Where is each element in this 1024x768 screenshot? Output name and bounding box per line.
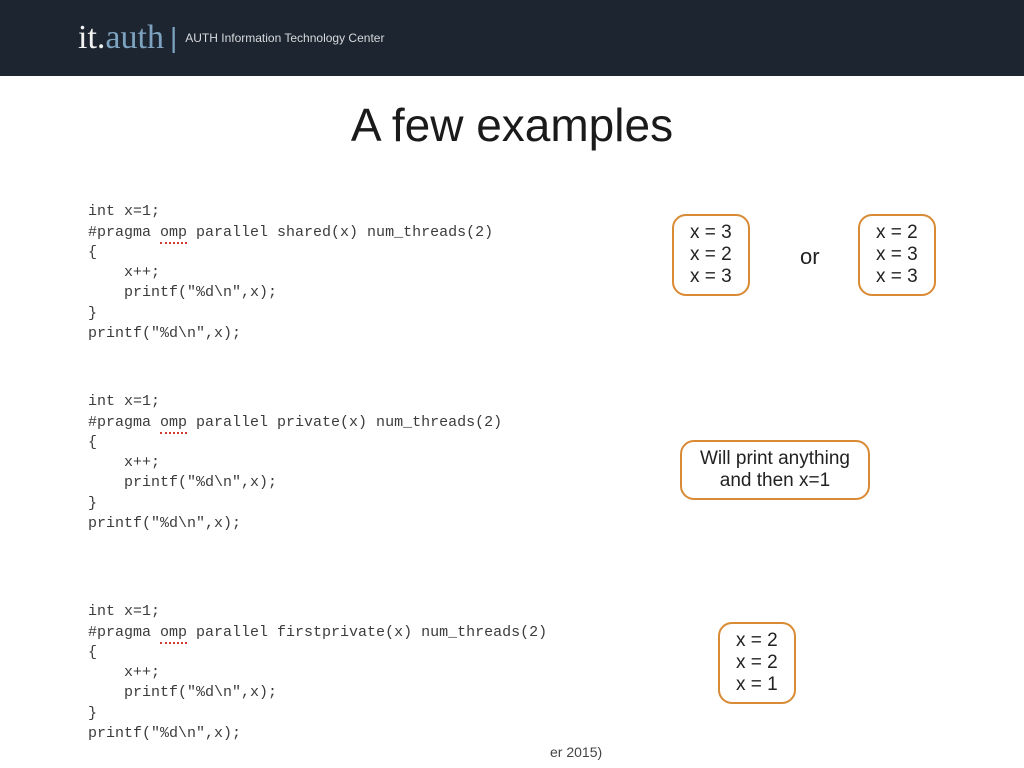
code-line: printf("%d\n",x); [88,325,241,342]
result-row: x = 2 [736,630,778,652]
result-row: x = 3 [876,266,918,288]
code-line: int x=1; [88,393,160,410]
code-line: x++; [88,664,160,681]
keyword-omp: omp [160,414,187,434]
result-row: x = 1 [736,674,778,696]
logo-separator: | [164,22,183,54]
code-example-2: int x=1; #pragma omp parallel private(x)… [88,372,502,534]
result-row: x = 3 [876,244,918,266]
code-line: printf("%d\n",x); [88,725,241,742]
code-line: } [88,305,97,322]
code-example-1: int x=1; #pragma omp parallel shared(x) … [88,182,493,344]
code-line: int x=1; [88,203,160,220]
result-row: x = 3 [690,222,732,244]
header-subtitle: AUTH Information Technology Center [185,31,384,45]
code-line: } [88,495,97,512]
result-row: x = 3 [690,266,732,288]
code-line: printf("%d\n",x); [88,284,277,301]
code-line: x++; [88,264,160,281]
result-row: Will print anything [700,448,850,470]
footer-text: er 2015) [550,744,602,760]
result-box-2: Will print anything and then x=1 [680,440,870,500]
result-row: and then x=1 [700,470,850,492]
code-line: printf("%d\n",x); [88,684,277,701]
code-line: #pragma omp parallel shared(x) num_threa… [88,224,493,244]
code-line: #pragma omp parallel firstprivate(x) num… [88,624,547,644]
slide-title: A few examples [0,98,1024,152]
code-line: x++; [88,454,160,471]
keyword-omp: omp [160,224,187,244]
result-box-1b: x = 2 x = 3 x = 3 [858,214,936,296]
code-line: { [88,244,97,261]
code-line: #pragma omp parallel private(x) num_thre… [88,414,502,434]
code-example-3: int x=1; #pragma omp parallel firstpriva… [88,582,547,744]
header-bar: it.auth | AUTH Information Technology Ce… [0,0,1024,76]
logo-it: it. [78,19,105,57]
code-line: printf("%d\n",x); [88,474,277,491]
result-row: x = 2 [876,222,918,244]
code-line: printf("%d\n",x); [88,515,241,532]
result-row: x = 2 [736,652,778,674]
code-line: { [88,644,97,661]
code-line: { [88,434,97,451]
result-box-3: x = 2 x = 2 x = 1 [718,622,796,704]
result-row: x = 2 [690,244,732,266]
result-box-1a: x = 3 x = 2 x = 3 [672,214,750,296]
code-line: } [88,705,97,722]
keyword-omp: omp [160,624,187,644]
code-line: int x=1; [88,603,160,620]
logo-auth: auth [105,19,164,57]
or-label: or [800,244,820,270]
